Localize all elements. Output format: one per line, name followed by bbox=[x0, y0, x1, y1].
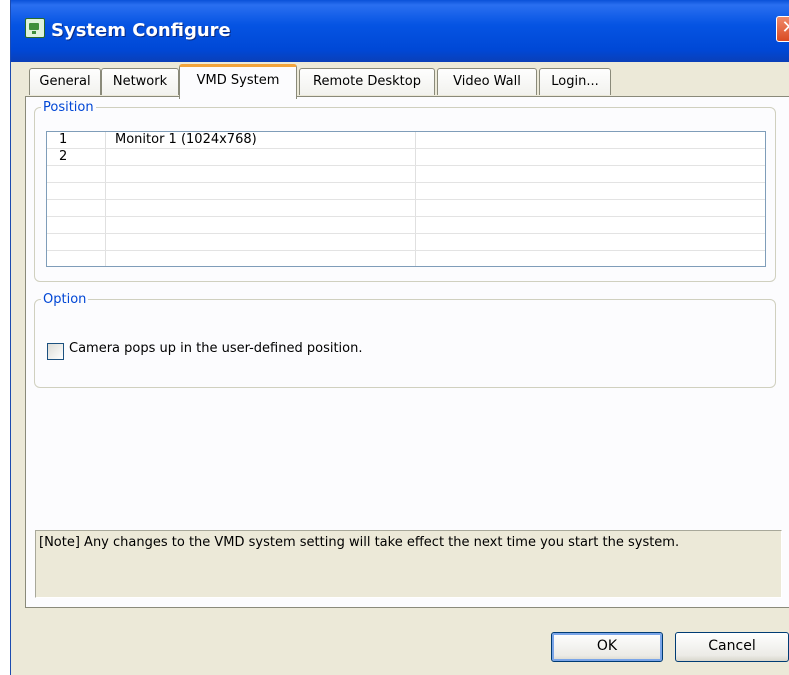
cancel-button[interactable]: Cancel bbox=[675, 632, 789, 662]
tab-remote-desktop[interactable]: Remote Desktop bbox=[299, 68, 435, 95]
option-group: Option Camera pops up in the user-define… bbox=[34, 292, 776, 388]
table-row[interactable]: 1 Monitor 1 (1024x768) bbox=[47, 132, 765, 149]
note-box: [Note] Any changes to the VMD system set… bbox=[35, 530, 782, 598]
table-row[interactable] bbox=[47, 251, 765, 267]
row-index: 1 bbox=[59, 132, 68, 147]
option-legend: Option bbox=[43, 292, 87, 307]
title-bar[interactable]: System Configure ✕ bbox=[11, 0, 789, 62]
table-row[interactable] bbox=[47, 166, 765, 183]
row-monitor: Monitor 1 (1024x768) bbox=[115, 132, 257, 147]
table-row[interactable] bbox=[47, 200, 765, 217]
tab-video-wall[interactable]: Video Wall bbox=[437, 68, 537, 95]
dialog-window: System Configure ✕ General Network VMD S… bbox=[10, 0, 789, 675]
table-row[interactable] bbox=[47, 183, 765, 200]
monitor-app-icon bbox=[25, 18, 45, 38]
tab-login[interactable]: Login... bbox=[539, 68, 611, 95]
popup-position-label[interactable]: Camera pops up in the user-defined posit… bbox=[69, 341, 362, 356]
tab-vmd-system[interactable]: VMD System bbox=[179, 64, 297, 99]
position-legend: Position bbox=[43, 100, 94, 115]
close-icon: ✕ bbox=[781, 17, 789, 38]
position-list[interactable]: 1 Monitor 1 (1024x768) 2 bbox=[46, 131, 766, 267]
row-index: 2 bbox=[59, 149, 68, 164]
table-row[interactable] bbox=[47, 217, 765, 234]
tab-network[interactable]: Network bbox=[101, 68, 179, 95]
close-button[interactable]: ✕ bbox=[776, 16, 789, 42]
popup-position-checkbox[interactable] bbox=[47, 343, 64, 360]
ok-button[interactable]: OK bbox=[551, 632, 663, 662]
note-text: [Note] Any changes to the VMD system set… bbox=[39, 535, 680, 550]
table-row[interactable] bbox=[47, 234, 765, 251]
table-row[interactable]: 2 bbox=[47, 149, 765, 166]
tab-general[interactable]: General bbox=[29, 68, 101, 95]
window-title: System Configure bbox=[51, 20, 231, 41]
